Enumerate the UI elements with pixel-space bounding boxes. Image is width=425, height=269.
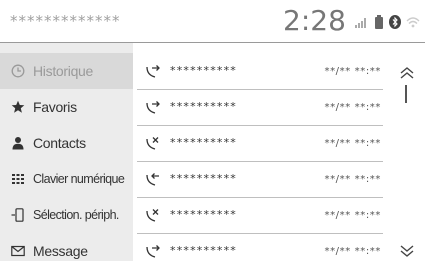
sidebar-item-message[interactable]: Message <box>0 233 133 269</box>
wifi-icon <box>406 17 420 28</box>
call-datetime: **/** **:** <box>324 210 381 221</box>
sidebar: Historique Favoris Contacts Clavier numé… <box>0 43 133 261</box>
call-row[interactable]: ********** **/** **:** <box>137 89 383 126</box>
call-row[interactable]: ********** **/** **:** <box>137 197 383 234</box>
incoming-call-icon <box>145 171 161 187</box>
call-datetime: **/** **:** <box>324 102 381 113</box>
call-number: ********** <box>170 172 237 185</box>
envelope-icon <box>10 243 26 259</box>
call-datetime: **/** **:** <box>324 66 381 77</box>
call-number: ********** <box>170 100 237 113</box>
signal-bars-icon <box>355 18 366 28</box>
call-history-list: ********** **/** **:** ********** **/** … <box>133 43 387 261</box>
clock: 2:28 <box>283 4 346 37</box>
sidebar-item-label: Historique <box>33 63 94 79</box>
keypad-icon <box>10 171 26 187</box>
outgoing-call-icon <box>145 99 161 115</box>
phone-screen: ************* 2:28 Historique Favoris Co… <box>0 0 425 261</box>
missed-call-icon <box>145 135 161 151</box>
scrollbar-thumb[interactable] <box>405 85 407 103</box>
sidebar-item-label: Sélection. périph. <box>33 208 119 222</box>
scroll-up-icon[interactable] <box>398 65 416 81</box>
phone-device-icon <box>10 207 26 223</box>
sidebar-item-label: Contacts <box>33 135 86 151</box>
call-datetime: **/** **:** <box>324 138 381 149</box>
sidebar-item-clavier-numerique[interactable]: Clavier numérique <box>0 161 133 197</box>
sidebar-item-label: Message <box>33 243 88 259</box>
sidebar-item-selection-peripherique[interactable]: Sélection. périph. <box>0 197 133 233</box>
call-datetime: **/** **:** <box>324 246 381 257</box>
sidebar-item-historique[interactable]: Historique <box>0 53 133 89</box>
sidebar-item-contacts[interactable]: Contacts <box>0 125 133 161</box>
call-datetime: **/** **:** <box>324 174 381 185</box>
call-row[interactable]: ********** **/** **:** <box>137 125 383 162</box>
missed-call-icon <box>145 207 161 223</box>
outgoing-call-icon <box>145 243 161 259</box>
battery-icon <box>375 15 383 29</box>
screen-title: ************* <box>10 12 121 30</box>
sidebar-item-label: Clavier numérique <box>33 172 125 186</box>
outgoing-call-icon <box>145 63 161 79</box>
call-number: ********** <box>170 244 237 257</box>
call-number: ********** <box>170 64 237 77</box>
person-icon <box>10 135 26 151</box>
call-row[interactable]: ********** **/** **:** <box>137 233 383 269</box>
status-bar: ************* 2:28 <box>0 0 425 43</box>
call-number: ********** <box>170 208 237 221</box>
clock-icon <box>10 63 26 79</box>
call-row[interactable]: ********** **/** **:** <box>137 53 383 90</box>
star-icon <box>10 99 26 115</box>
sidebar-item-favoris[interactable]: Favoris <box>0 89 133 125</box>
sidebar-item-label: Favoris <box>33 99 77 115</box>
call-row[interactable]: ********** **/** **:** <box>137 161 383 198</box>
bluetooth-icon <box>389 15 401 29</box>
call-number: ********** <box>170 136 237 149</box>
scroll-controls <box>388 43 425 261</box>
scroll-down-icon[interactable] <box>398 243 416 259</box>
